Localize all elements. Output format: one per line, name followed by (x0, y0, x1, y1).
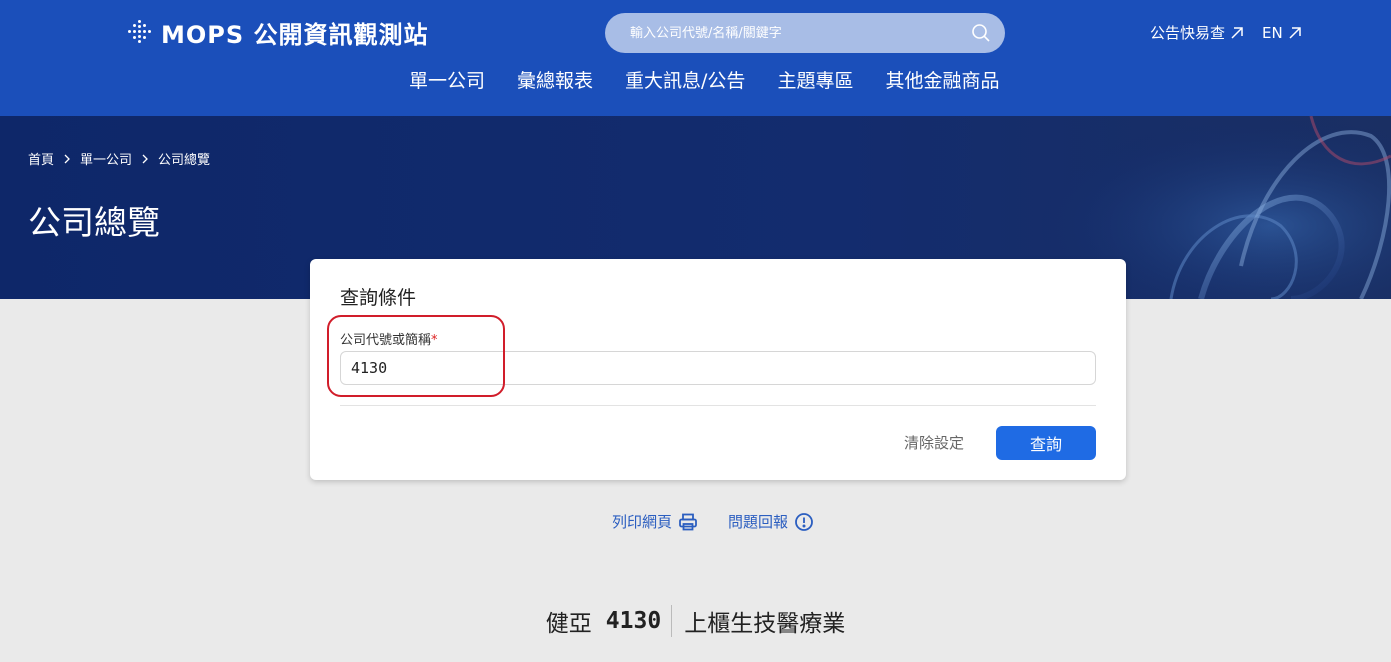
external-arrow-icon (1231, 26, 1243, 39)
search-input[interactable] (630, 25, 971, 41)
search-icon[interactable] (971, 23, 991, 43)
chevron-right-icon (64, 154, 70, 163)
print-page-link[interactable]: 列印網頁 (612, 511, 698, 532)
page-title: 公司總覽 (28, 203, 160, 242)
query-panel-title: 查詢條件 (340, 287, 417, 309)
company-summary: 健亞 4130 上櫃生技醫療業 (0, 604, 1391, 638)
report-issue-label: 問題回報 (728, 513, 789, 531)
logo-dots-icon (127, 20, 151, 44)
nav-item-topics[interactable]: 主題專區 (777, 66, 853, 99)
breadcrumb-home[interactable]: 首頁 (28, 149, 54, 168)
quick-announcement-label: 公告快易查 (1150, 24, 1226, 42)
company-name: 健亞 (545, 611, 592, 637)
nav-item-other-products[interactable]: 其他金融商品 (885, 66, 999, 99)
divider (340, 405, 1096, 406)
breadcrumb-current: 公司總覽 (158, 153, 211, 168)
report-issue-link[interactable]: 問題回報 (728, 511, 814, 532)
company-code: 4130 (605, 608, 662, 634)
chevron-right-icon (142, 154, 148, 163)
alert-circle-icon (795, 512, 813, 531)
clear-settings-button[interactable]: 清除設定 (904, 432, 964, 453)
nav-item-material-info[interactable]: 重大訊息/公告 (625, 66, 745, 99)
query-button[interactable]: 查詢 (996, 426, 1096, 460)
english-label: EN (1262, 23, 1283, 42)
print-page-label: 列印網頁 (612, 513, 673, 531)
company-category: 上櫃生技醫療業 (684, 611, 846, 637)
nav-item-single-company[interactable]: 單一公司 (409, 66, 485, 99)
company-code-label: 公司代號或簡稱* (340, 329, 438, 348)
english-link[interactable]: EN (1262, 24, 1302, 42)
divider (671, 605, 673, 637)
breadcrumb-single-company[interactable]: 單一公司 (80, 149, 132, 168)
quick-announcement-link[interactable]: 公告快易查 (1150, 22, 1244, 43)
site-search (605, 13, 1005, 53)
main-nav: 單一公司 彙總報表 重大訊息/公告 主題專區 其他金融商品 (409, 66, 999, 99)
header-links: 公告快易查 EN (1150, 22, 1302, 43)
site-header: MOPS 公開資訊觀測站 公告快易查 EN 單一公司 彙總報表 重大訊息/公告 … (0, 0, 1391, 116)
logo-text: MOPS 公開資訊觀測站 (161, 20, 429, 49)
query-panel: 查詢條件 公司代號或簡稱* 清除設定 查詢 (310, 259, 1126, 480)
breadcrumb: 首頁 單一公司 公司總覽 (28, 149, 210, 168)
company-code-label-text: 公司代號或簡稱 (340, 333, 432, 348)
required-mark: * (431, 333, 438, 348)
nav-item-summary-reports[interactable]: 彙總報表 (517, 66, 593, 99)
company-code-input[interactable] (340, 351, 1096, 385)
site-logo[interactable]: MOPS 公開資訊觀測站 (127, 16, 429, 49)
page-tools: 列印網頁 問題回報 (612, 511, 814, 532)
external-arrow-icon (1289, 26, 1301, 39)
printer-icon (679, 513, 697, 530)
